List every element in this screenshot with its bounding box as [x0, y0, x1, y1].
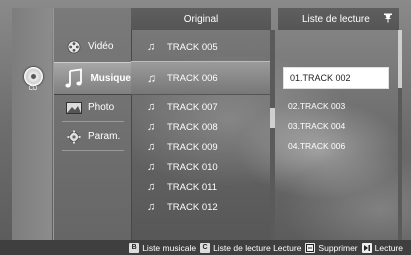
- menu-item-video[interactable]: Vidéo: [54, 33, 131, 60]
- track-label: TRACK 012: [167, 201, 218, 213]
- music-note-icon: ♫: [147, 100, 156, 113]
- track-label: TRACK 009: [167, 141, 218, 153]
- film-reel-icon: [64, 39, 84, 55]
- playlist-item-label: 01.TRACK 002: [290, 73, 351, 83]
- music-note-icon: ♫: [147, 120, 156, 133]
- music-note-icon: ♫: [147, 40, 156, 53]
- scrollbar-thumb[interactable]: [270, 108, 275, 128]
- track-row-focused[interactable]: ♫ TRACK 006: [131, 61, 271, 95]
- track-label: TRACK 010: [167, 161, 218, 173]
- original-list: ♫ TRACK 005 ♫ TRACK 006 ♫ TRACK 007 ♫ TR…: [131, 8, 271, 240]
- original-header-title: Original: [183, 13, 219, 25]
- menu-item-photo[interactable]: Photo: [54, 94, 131, 121]
- playlist-header-title: Liste de lecture: [302, 13, 370, 25]
- music-note-icon: ♫: [147, 140, 156, 153]
- menu-divider: [62, 150, 124, 151]
- music-note-icon: ♫: [147, 160, 156, 173]
- pin-icon[interactable]: [383, 13, 393, 26]
- menu-item-label: Musique: [90, 73, 131, 84]
- music-list-action[interactable]: Liste musicale: [142, 243, 196, 253]
- menu-divider: [62, 121, 124, 122]
- scrollbar-thumb[interactable]: [398, 30, 402, 88]
- playlist-play-action[interactable]: Liste de lecture Lecture: [213, 243, 301, 253]
- track-row[interactable]: ♫ TRACK 009: [131, 137, 271, 157]
- playlist-item[interactable]: 02.TRACK 003: [288, 101, 388, 111]
- cd-disc-icon: [23, 67, 43, 86]
- menu-item-label: Photo: [88, 102, 115, 113]
- menu-item-label: Param.: [88, 131, 121, 142]
- menu-item-settings[interactable]: Param.: [54, 123, 131, 150]
- track-row[interactable]: ♫ TRACK 007: [131, 97, 271, 117]
- menu-item-music[interactable]: Musique: [54, 62, 131, 95]
- original-scrollbar[interactable]: [270, 30, 275, 240]
- playlist-item[interactable]: 03.TRACK 004: [288, 121, 388, 131]
- c-button-icon: C: [200, 242, 211, 253]
- music-note-icon: ♫: [147, 180, 156, 193]
- playlist-item-label: 02.TRACK 003: [288, 101, 346, 111]
- playlist-item-label: 03.TRACK 004: [288, 121, 346, 131]
- music-note-icon: [61, 67, 86, 91]
- track-row[interactable]: ♫ TRACK 011: [131, 177, 271, 197]
- original-header: Original: [131, 8, 271, 30]
- device-strip: [12, 8, 52, 240]
- menu-item-label: Vidéo: [88, 41, 114, 52]
- b-button-icon: B: [129, 242, 140, 253]
- photo-icon: [64, 100, 84, 116]
- playlist-item[interactable]: 04.TRACK 006: [288, 141, 388, 151]
- playlist-item-selected[interactable]: 01.TRACK 002: [283, 67, 389, 89]
- category-menu: Vidéo Musique Photo Param.: [53, 8, 132, 240]
- track-row[interactable]: ♫ TRACK 010: [131, 157, 271, 177]
- track-label: TRACK 006: [167, 72, 218, 84]
- gear-icon: [64, 129, 84, 145]
- track-label: TRACK 007: [167, 101, 218, 113]
- music-note-icon: ♫: [147, 71, 156, 85]
- cd-device[interactable]: CD: [22, 67, 44, 93]
- music-note-icon: ♫: [147, 200, 156, 213]
- playlist-item-label: 04.TRACK 006: [288, 141, 346, 151]
- play-action[interactable]: Lecture: [375, 243, 403, 253]
- delete-action[interactable]: Supprimer: [318, 243, 357, 253]
- track-label: TRACK 008: [167, 121, 218, 133]
- track-row[interactable]: ♫ TRACK 008: [131, 117, 271, 137]
- playlist-scrollbar[interactable]: [398, 30, 402, 240]
- delete-button-icon: [305, 242, 316, 253]
- device-label: CD: [28, 86, 38, 92]
- bottom-action-bar: B Liste musicale C Liste de lecture Lect…: [0, 240, 411, 255]
- track-row[interactable]: ♫ TRACK 005: [131, 37, 271, 57]
- track-row[interactable]: ♫ TRACK 012: [131, 197, 271, 217]
- track-label: TRACK 011: [167, 181, 217, 193]
- play-button-icon: [361, 242, 372, 253]
- track-label: TRACK 005: [167, 41, 218, 53]
- playlist-header: Liste de lecture: [278, 8, 399, 30]
